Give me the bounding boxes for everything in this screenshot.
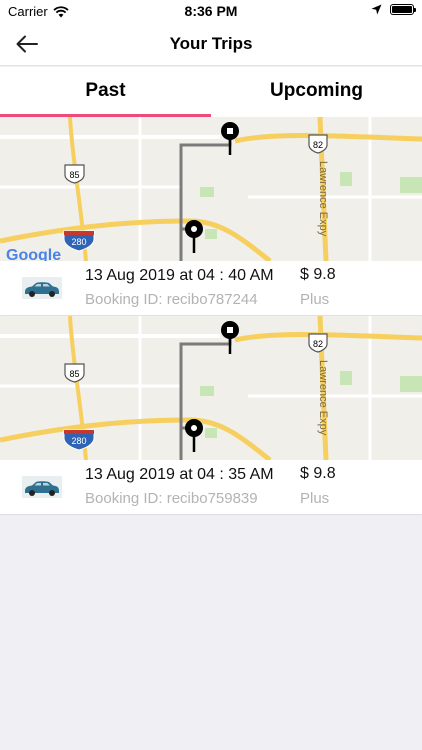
- svg-text:85: 85: [69, 369, 79, 379]
- battery-icon: [390, 4, 416, 15]
- car-type: Plus: [300, 490, 330, 507]
- trip-date: 13 Aug 2019 at 04 : 35 AM: [85, 466, 274, 483]
- svg-text:82: 82: [313, 140, 323, 150]
- car-icon: [22, 277, 62, 299]
- car-type: Plus: [300, 291, 330, 308]
- route-85-shield: 85: [64, 164, 85, 184]
- svg-text:82: 82: [313, 339, 323, 349]
- trip-date: 13 Aug 2019 at 04 : 40 AM: [85, 267, 274, 284]
- status-bar: Carrier 8:36 PM: [0, 0, 422, 22]
- booking-id: Booking ID: recibo787244: [85, 291, 258, 308]
- tab-past[interactable]: Past: [0, 67, 211, 117]
- trip-price: $ 9.8: [300, 465, 336, 482]
- status-right: [371, 4, 416, 15]
- trip-info: 13 Aug 2019 at 04 : 40 AM Booking ID: re…: [0, 261, 422, 315]
- tab-upcoming[interactable]: Upcoming: [211, 67, 422, 117]
- google-logo: Google: [6, 247, 61, 261]
- expressway-label: Lawrence Expy: [317, 161, 329, 237]
- route-85-shield: 85: [64, 363, 85, 383]
- route-82-shield: 82: [308, 333, 328, 353]
- booking-id: Booking ID: recibo759839: [85, 490, 258, 507]
- trip-price: $ 9.8: [300, 266, 336, 283]
- nav-bar: Your Trips: [0, 22, 422, 66]
- car-icon: [22, 476, 62, 498]
- svg-text:280: 280: [71, 237, 86, 247]
- map-image: 82 85 280 Lawrence Expy Google: [0, 117, 422, 261]
- trip-card[interactable]: 82 85 280 Lawrence Expy 13 Aug 2019 at 0…: [0, 316, 422, 514]
- trip-tabs: Past Upcoming: [0, 67, 422, 117]
- location-arrow-icon: [371, 4, 382, 15]
- trip-card[interactable]: 82 85 280 Lawrence Expy Google 13 Aug 20…: [0, 117, 422, 315]
- route-82-shield: 82: [308, 134, 328, 154]
- trip-route-map: 82 85 280 Lawrence Expy: [0, 316, 422, 460]
- svg-text:85: 85: [69, 170, 79, 180]
- page-title: Your Trips: [169, 34, 253, 53]
- expressway-label: Lawrence Expy: [317, 360, 329, 436]
- map-image: 82 85 280 Lawrence Expy: [0, 316, 422, 460]
- svg-text:280: 280: [71, 436, 86, 446]
- trip-info: 13 Aug 2019 at 04 : 35 AM Booking ID: re…: [0, 460, 422, 514]
- status-time: 8:36 PM: [184, 3, 238, 19]
- trip-route-map: 82 85 280 Lawrence Expy Google: [0, 117, 422, 261]
